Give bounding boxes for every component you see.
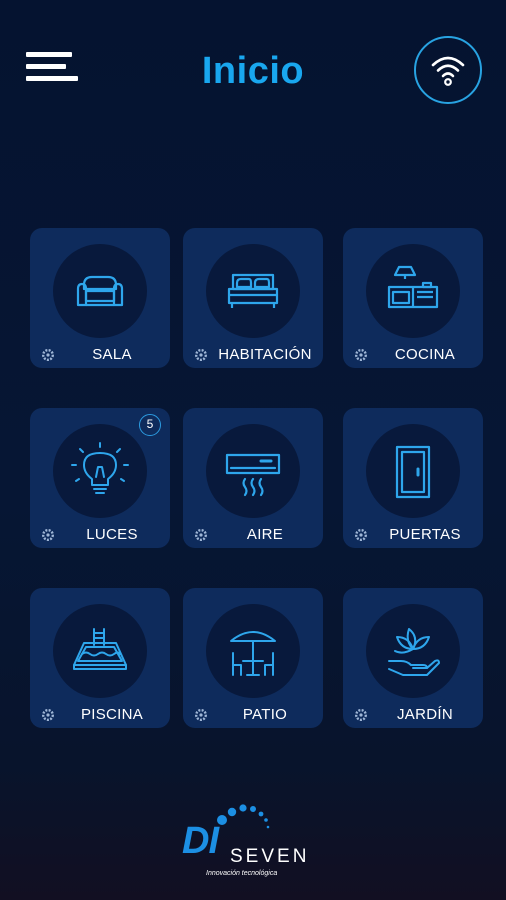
tile-label: PATIO xyxy=(242,706,288,723)
bed-icon xyxy=(227,273,279,308)
brand-name: SEVEN xyxy=(230,846,310,867)
settings-gear-icon[interactable] xyxy=(354,708,368,722)
settings-gear-icon[interactable] xyxy=(194,528,208,542)
tile-icon-circle xyxy=(366,604,460,698)
kitchen-icon xyxy=(387,265,439,309)
settings-gear-icon[interactable] xyxy=(354,528,368,542)
room-tile-habitacion[interactable]: HABITACIÓN xyxy=(183,228,323,368)
tile-label: PUERTAS xyxy=(389,526,461,543)
brand-tagline: Innovación tecnológica xyxy=(206,870,278,877)
door-icon xyxy=(395,445,431,499)
room-tile-luces[interactable]: 5 LUCES xyxy=(30,408,170,548)
settings-gear-icon[interactable] xyxy=(41,708,55,722)
brand-logo: DI SEVEN Innovación tecnológica xyxy=(180,800,330,880)
tile-label: AIRE xyxy=(246,526,284,543)
air-conditioner-icon xyxy=(225,453,281,497)
settings-gear-icon[interactable] xyxy=(354,348,368,362)
tile-icon-circle xyxy=(206,424,300,518)
room-tile-patio[interactable]: PATIO xyxy=(183,588,323,728)
tile-label: LUCES xyxy=(86,526,138,543)
room-tile-jardin[interactable]: JARDÍN xyxy=(343,588,483,728)
tile-icon-circle xyxy=(206,604,300,698)
tile-icon-circle xyxy=(366,244,460,338)
room-tile-puertas[interactable]: PUERTAS xyxy=(343,408,483,548)
garden-plant-icon xyxy=(388,628,440,676)
wifi-button[interactable] xyxy=(414,36,482,104)
tile-icon-circle xyxy=(366,424,460,518)
room-tile-sala[interactable]: SALA xyxy=(30,228,170,368)
wifi-icon xyxy=(431,56,465,86)
patio-umbrella-icon xyxy=(230,631,276,676)
tile-icon-circle xyxy=(53,244,147,338)
brand-letters: DI xyxy=(182,820,219,862)
room-tile-piscina[interactable]: PISCINA xyxy=(30,588,170,728)
light-bulb-icon xyxy=(71,442,129,494)
tile-label: COCINA xyxy=(394,346,456,363)
settings-gear-icon[interactable] xyxy=(194,348,208,362)
settings-gear-icon[interactable] xyxy=(41,348,55,362)
tile-label: PISCINA xyxy=(80,706,144,723)
pool-icon xyxy=(73,628,127,670)
notification-badge: 5 xyxy=(139,414,161,436)
tile-label: SALA xyxy=(92,346,132,363)
top-bar: Inicio xyxy=(0,0,506,150)
settings-gear-icon[interactable] xyxy=(41,528,55,542)
tile-icon-circle xyxy=(206,244,300,338)
settings-gear-icon[interactable] xyxy=(194,708,208,722)
tile-icon-circle xyxy=(53,604,147,698)
sofa-icon xyxy=(76,275,124,307)
tile-icon-circle xyxy=(53,424,147,518)
tile-label: JARDÍN xyxy=(397,706,453,723)
room-tile-cocina[interactable]: COCINA xyxy=(343,228,483,368)
tile-label: HABITACIÓN xyxy=(218,346,312,363)
room-tile-aire[interactable]: AIRE xyxy=(183,408,323,548)
